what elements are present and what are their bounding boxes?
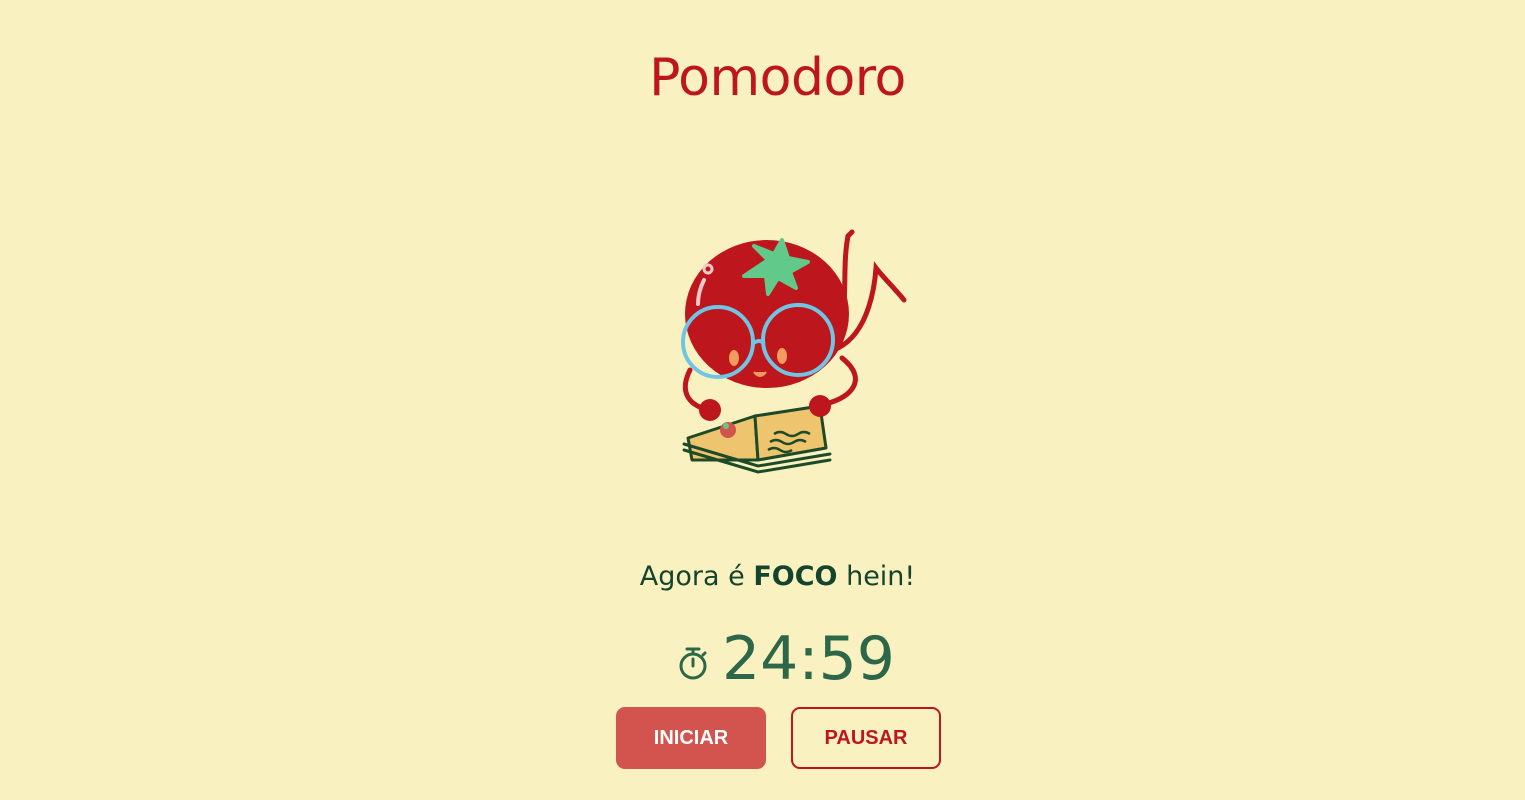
status-prefix: Agora é: [639, 561, 745, 592]
timer: 24:59: [676, 624, 895, 694]
pause-button-label: PAUSAR: [824, 726, 908, 749]
tomato-reading-book-illustration: [681, 229, 907, 474]
start-button[interactable]: INICIAR: [616, 707, 766, 769]
status-emphasis: FOCO: [753, 561, 838, 592]
timer-value: 24:59: [722, 624, 895, 694]
start-button-label: INICIAR: [653, 726, 729, 749]
app-title: Pomodoro: [649, 48, 906, 108]
status-message: Agora é FOCO hein!: [0, 561, 1525, 592]
pause-button[interactable]: PAUSAR: [791, 707, 941, 769]
status-suffix: hein!: [846, 561, 916, 592]
stopwatch-icon: [679, 647, 707, 680]
